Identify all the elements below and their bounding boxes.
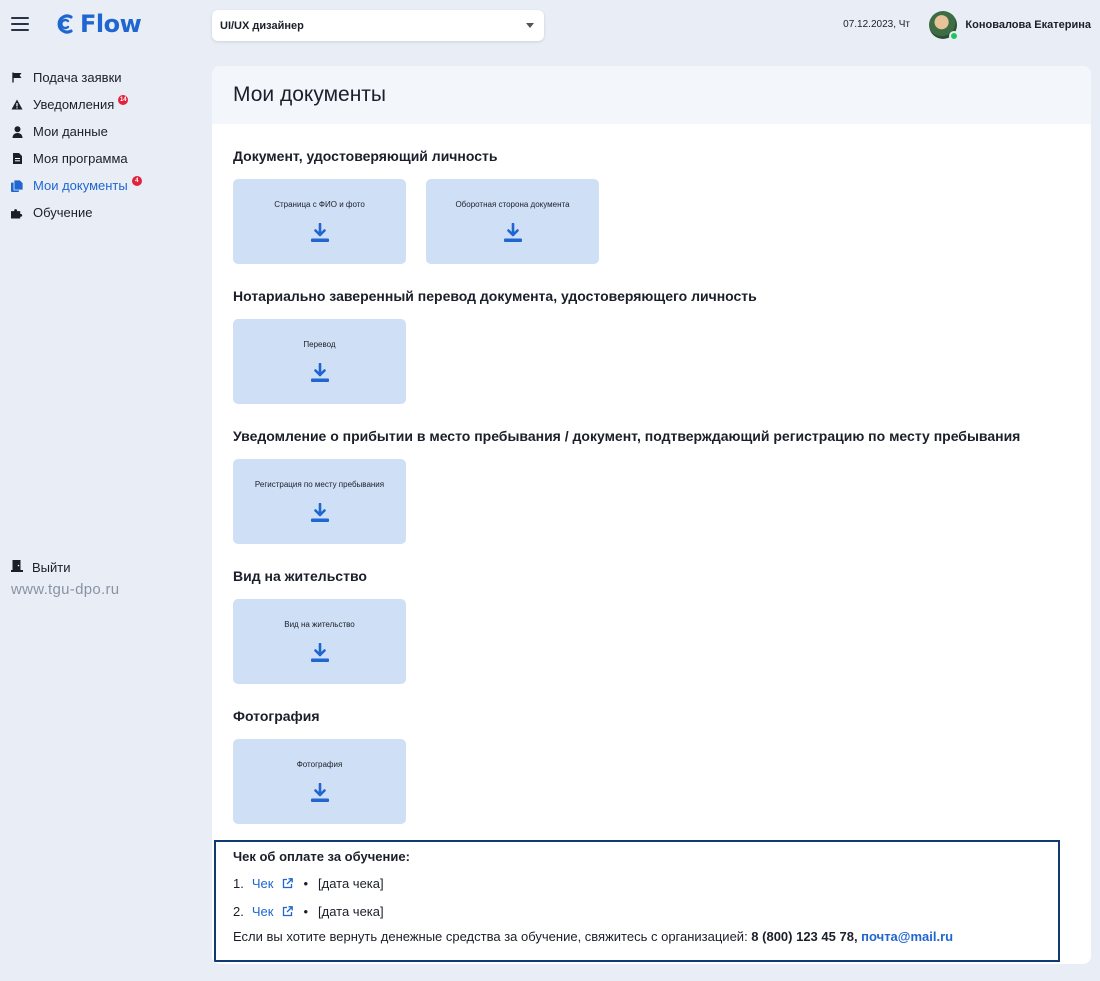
sidebar-item-label: Подача заявки	[33, 70, 122, 85]
receipt-title: Чек об оплате за обучение:	[233, 849, 410, 864]
receipt-date: [дата чека]	[318, 904, 384, 919]
upload-tile-registration[interactable]: Регистрация по месту пребывания	[233, 459, 406, 544]
logo[interactable]: Flow	[55, 10, 142, 38]
file-icon	[11, 153, 23, 165]
menu-icon[interactable]	[11, 17, 29, 31]
documents-card: Мои документы Документ, удостоверяющий л…	[212, 66, 1091, 964]
chevron-down-icon	[526, 23, 534, 28]
receipt-row: 1. Чек • [дата чека]	[233, 873, 1041, 894]
receipt-row: 2. Чек • [дата чека]	[233, 901, 1041, 922]
current-date: 07.12.2023, Чт	[843, 19, 910, 30]
refund-note: Если вы хотите вернуть денежные средства…	[233, 929, 1041, 944]
sidebar-item-label: Обучение	[33, 205, 93, 220]
warning-icon	[11, 99, 23, 111]
section-title-photo: Фотография	[233, 708, 320, 724]
logout-label: Выйти	[32, 560, 71, 575]
tile-label: Оборотная сторона документа	[455, 200, 570, 209]
sidebar-item-education[interactable]: Обучение	[0, 199, 200, 226]
upload-tile-residence[interactable]: Вид на жительство	[233, 599, 406, 684]
puzzle-icon	[11, 207, 23, 219]
documents-icon	[11, 179, 23, 192]
separator: •	[303, 904, 308, 919]
contact-phone: 8 (800) 123 45 78	[751, 929, 854, 944]
section-title-registration: Уведомление о прибытии в место пребывани…	[233, 428, 1021, 444]
tile-label: Вид на жительство	[284, 620, 355, 629]
sidebar-item-my-program[interactable]: Моя программа	[0, 145, 200, 172]
external-link-icon[interactable]	[282, 906, 294, 917]
sidebar: Подача заявки Уведомления 14 Мои данные …	[0, 64, 200, 226]
section-title-identity: Документ, удостоверяющий личность	[233, 148, 498, 164]
site-link[interactable]: www.tgu-dpo.ru	[11, 581, 119, 598]
tile-label: Регистрация по месту пребывания	[254, 480, 385, 489]
sidebar-item-application[interactable]: Подача заявки	[0, 64, 200, 91]
user-name: Коновалова Екатерина	[965, 19, 1091, 31]
external-link-icon[interactable]	[282, 878, 294, 889]
logout-icon	[11, 560, 23, 575]
tile-label: Страница с ФИО и фото	[274, 200, 365, 209]
upload-tile-translation[interactable]: Перевод	[233, 319, 406, 404]
sidebar-item-my-data[interactable]: Мои данные	[0, 118, 200, 145]
page-title: Мои документы	[212, 66, 1091, 124]
sidebar-item-my-documents[interactable]: Мои документы 4	[0, 172, 200, 199]
sidebar-item-label: Моя программа	[33, 151, 128, 166]
download-icon	[310, 503, 329, 522]
logo-icon	[57, 14, 73, 34]
upload-tile-identity-front[interactable]: Страница с ФИО и фото	[233, 179, 406, 264]
separator: •	[303, 876, 308, 891]
upload-tile-photo[interactable]: Фотография	[233, 739, 406, 824]
download-icon	[310, 643, 329, 662]
program-select-value: UI/UX дизайнер	[220, 19, 304, 32]
documents-badge: 4	[131, 175, 142, 186]
section-title-translation: Нотариально заверенный перевод документа…	[233, 288, 757, 304]
tile-label: Фотография	[296, 760, 343, 769]
user-menu[interactable]: Коновалова Екатерина	[929, 11, 1091, 41]
user-icon	[11, 125, 23, 138]
avatar	[929, 11, 960, 41]
sidebar-item-label: Уведомления	[33, 97, 115, 112]
download-icon	[310, 783, 329, 802]
logo-text: Flow	[80, 10, 142, 38]
payment-receipt-section: Чек об оплате за обучение: 1. Чек • [дат…	[214, 840, 1060, 962]
receipt-date: [дата чека]	[318, 876, 384, 891]
download-icon	[310, 223, 329, 242]
sidebar-item-label: Мои документы	[33, 178, 128, 193]
online-status-icon	[949, 31, 960, 41]
sidebar-item-label: Мои данные	[33, 124, 108, 139]
receipt-link[interactable]: Чек	[252, 904, 274, 919]
logout-button[interactable]: Выйти	[11, 560, 71, 575]
upload-tile-identity-back[interactable]: Оборотная сторона документа	[426, 179, 599, 264]
program-select[interactable]: UI/UX дизайнер	[212, 10, 544, 41]
receipt-number: 1.	[233, 876, 244, 891]
section-title-residence: Вид на жительство	[233, 568, 367, 584]
tile-label: Перевод	[303, 340, 336, 349]
download-icon	[310, 363, 329, 382]
receipt-link[interactable]: Чек	[252, 876, 274, 891]
receipt-number: 2.	[233, 904, 244, 919]
flag-icon	[11, 72, 23, 84]
download-icon	[503, 223, 522, 242]
contact-email-link[interactable]: почта@mail.ru	[861, 929, 953, 944]
refund-note-text: Если вы хотите вернуть денежные средства…	[233, 929, 752, 944]
sidebar-item-notifications[interactable]: Уведомления 14	[0, 91, 200, 118]
notifications-badge: 14	[118, 94, 129, 105]
